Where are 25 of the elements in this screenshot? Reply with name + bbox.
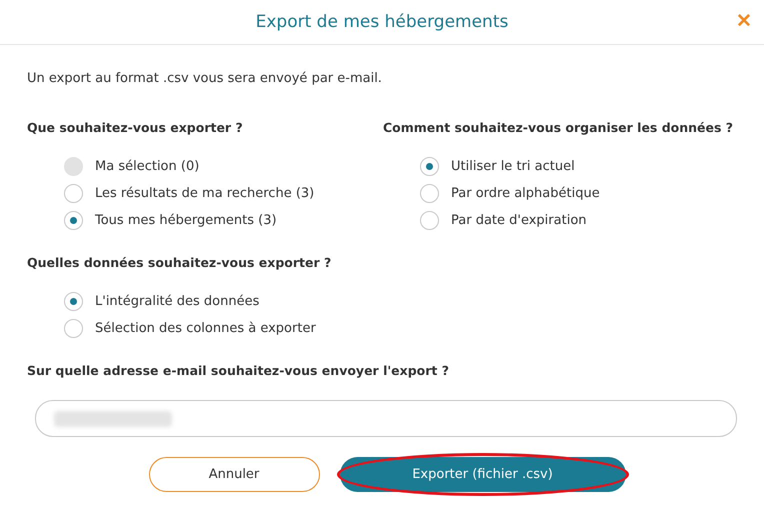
option-label: Tous mes hébergements (3) (95, 213, 277, 228)
radio-button[interactable] (64, 184, 83, 203)
option-label: Les résultats de ma recherche (3) (95, 186, 314, 201)
radio-button[interactable] (420, 157, 439, 176)
radio-button[interactable] (420, 184, 439, 203)
option-label: Ma sélection (0) (95, 159, 200, 174)
close-button[interactable]: ✕ (734, 9, 754, 33)
option-label: Par ordre alphabétique (451, 186, 600, 201)
radio-button[interactable] (64, 319, 83, 338)
radio-button[interactable] (64, 292, 83, 311)
email-field[interactable] (35, 400, 737, 437)
question-label: Comment souhaitez-vous organiser les données ? (383, 120, 734, 135)
question-label: Sur quelle adresse e-mail souhaitez-vous envoyer l'export ? (27, 363, 450, 378)
radio-button[interactable] (420, 211, 439, 230)
dialog-title: Export de mes hébergements (256, 12, 508, 32)
question-label: Que souhaitez-vous exporter ? (27, 120, 244, 135)
cancel-button[interactable]: Annuler (148, 457, 320, 492)
option-label: L'intégralité des données (95, 294, 260, 309)
radio-button[interactable] (64, 211, 83, 230)
option-label: Sélection des colonnes à exporter (95, 321, 316, 336)
question-label: Quelles données souhaitez-vous exporter ? (27, 255, 332, 270)
intro-text: Un export au format .csv vous sera envoyé par e-mail. (27, 71, 383, 86)
option-label: Par date d'expiration (451, 213, 587, 228)
option-label: Utiliser le tri actuel (451, 159, 575, 174)
export-button[interactable]: Exporter (fichier .csv) (340, 457, 626, 492)
